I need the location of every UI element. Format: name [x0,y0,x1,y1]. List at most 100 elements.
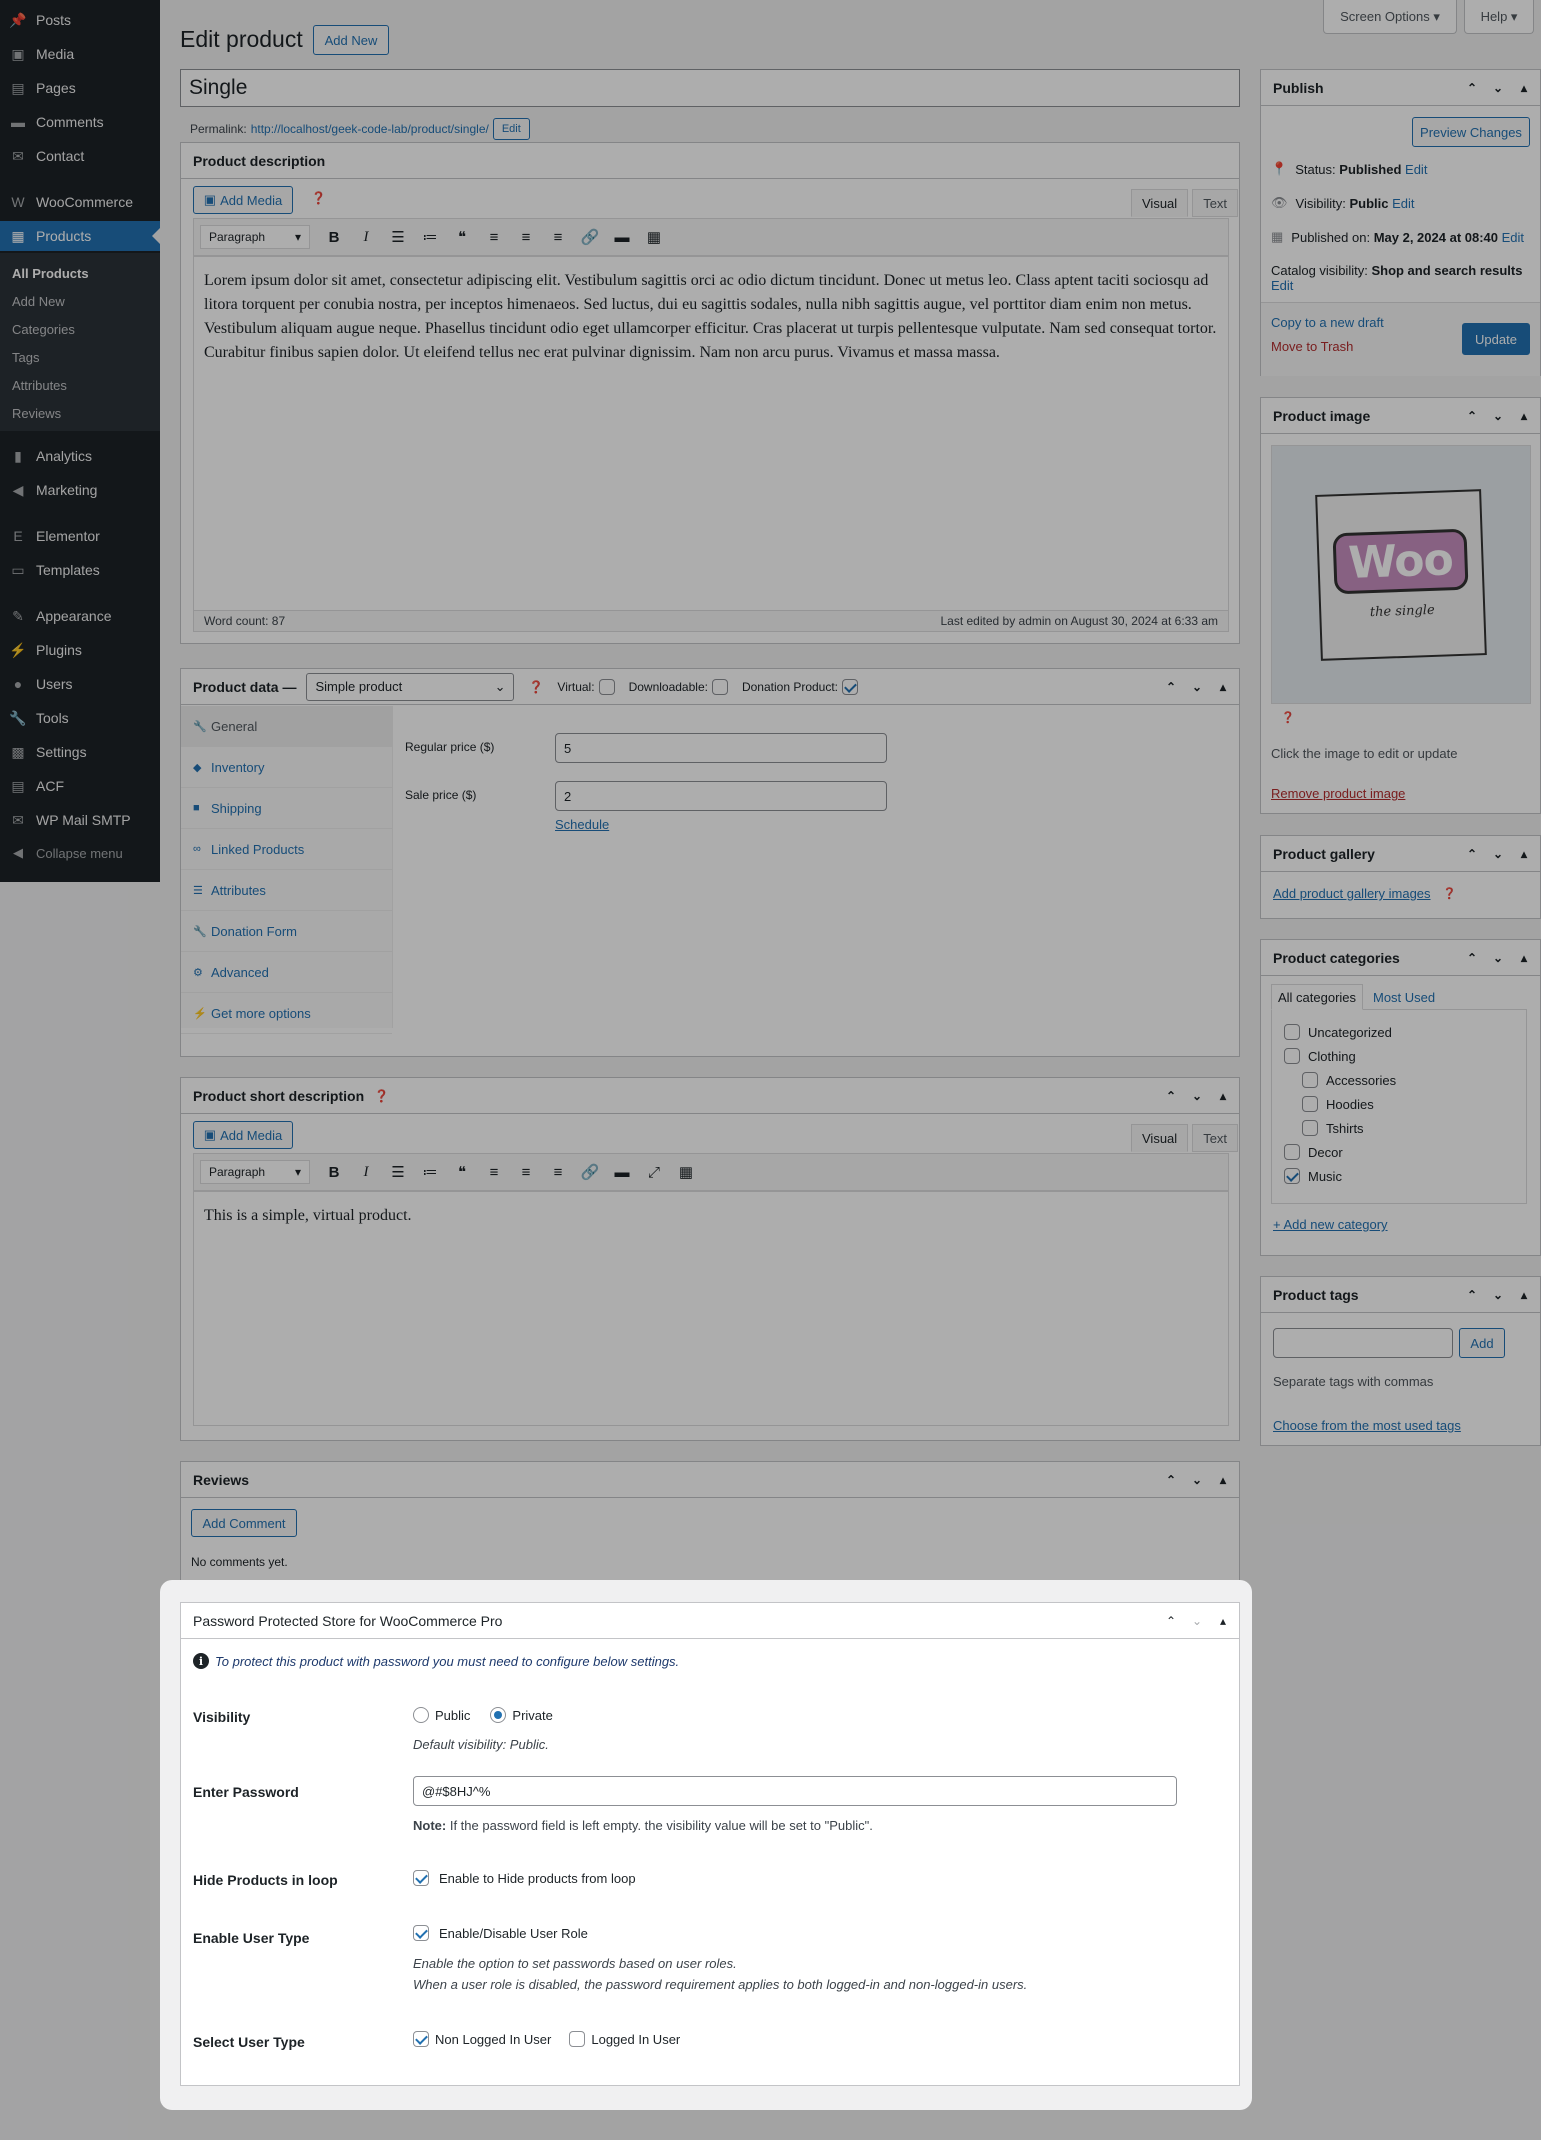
downloadable-checkbox[interactable] [711,678,728,695]
add-new-category-link[interactable]: + Add new category [1273,1217,1388,1232]
category-checkbox[interactable] [1284,1168,1300,1184]
fullscreen-icon[interactable]: ⤢ [640,1158,668,1186]
tab-attributes[interactable]: ☰ Attributes [181,870,392,911]
category-checkbox[interactable] [1302,1120,1318,1136]
permalink-link[interactable]: http://localhost/geek-code-lab/product/s… [251,122,489,136]
help-icon[interactable]: ❓ [374,1089,389,1103]
product-type-select[interactable]: Simple product ⌄ [306,672,515,701]
sidebar-item-media[interactable]: ▣ Media [0,39,160,69]
bold-icon[interactable]: B [320,1158,348,1186]
add-media-button[interactable]: ▣ Add Media [193,1121,293,1149]
published-edit-link[interactable]: Edit [1502,230,1524,245]
non-logged-checkbox[interactable] [413,2031,429,2047]
align-left-icon[interactable]: ≡ [480,223,508,251]
category-checkbox[interactable] [1284,1024,1300,1040]
toggle-panel-icon[interactable]: ▴ [1516,81,1532,95]
sidebar-item-contact[interactable]: ✉ Contact [0,141,160,171]
move-up-icon[interactable]: ⌃ [1464,1288,1480,1302]
bold-icon[interactable]: B [320,223,348,251]
help-icon[interactable]: ❓ [528,680,543,694]
sale-price-input[interactable]: 2 [555,781,887,811]
italic-icon[interactable]: I [352,1158,380,1186]
sidebar-item-woocommerce[interactable]: W WooCommerce [0,187,160,217]
add-tag-button[interactable]: Add [1459,1328,1505,1358]
numbered-list-icon[interactable]: ≔ [416,223,444,251]
product-image[interactable]: Woo the single [1271,445,1531,704]
category-checkbox[interactable] [1284,1144,1300,1160]
bullet-list-icon[interactable]: ☰ [384,223,412,251]
sidebar-item-settings[interactable]: ▩ Settings [0,737,160,767]
italic-icon[interactable]: I [352,223,380,251]
sidebar-item-plugins[interactable]: ⚡ Plugins [0,635,160,665]
tab-all-categories[interactable]: All categories [1271,984,1364,1010]
move-down-icon[interactable]: ⌄ [1189,1473,1205,1487]
move-up-icon[interactable]: ⌃ [1163,1089,1179,1103]
tab-visual[interactable]: Visual [1131,1124,1189,1152]
move-up-icon[interactable]: ⌃ [1163,1473,1179,1487]
toggle-panel-icon[interactable]: ▴ [1516,409,1532,423]
submenu-all-products[interactable]: All Products [12,266,89,281]
help-icon[interactable]: ❓ [311,191,326,205]
move-down-icon[interactable]: ⌄ [1189,1614,1205,1628]
move-up-icon[interactable]: ⌃ [1464,81,1480,95]
toolbar-toggle-icon[interactable]: ▦ [672,1158,700,1186]
sidebar-item-analytics[interactable]: ▮ Analytics [0,441,160,471]
description-content[interactable]: Lorem ipsum dolor sit amet, consectetur … [193,256,1229,611]
toggle-panel-icon[interactable]: ▴ [1215,1614,1231,1628]
numbered-list-icon[interactable]: ≔ [416,1158,444,1186]
sidebar-item-comments[interactable]: ▬ Comments [0,107,160,137]
align-left-icon[interactable]: ≡ [480,1158,508,1186]
tab-shipping[interactable]: ■ Shipping [181,788,392,829]
link-icon[interactable]: 🔗 [576,1158,604,1186]
user-type-checkbox[interactable] [413,1925,429,1941]
sidebar-item-products[interactable]: ▦ Products [0,221,160,251]
sidebar-item-users[interactable]: ● Users [0,669,160,699]
submenu-add-new[interactable]: Add New [12,294,65,309]
tab-advanced[interactable]: ⚙ Advanced [181,952,392,993]
category-checkbox[interactable] [1284,1048,1300,1064]
toggle-panel-icon[interactable]: ▴ [1516,847,1532,861]
tag-input[interactable] [1273,1328,1453,1358]
hide-products-checkbox[interactable] [413,1870,429,1886]
sidebar-item-pages[interactable]: ▤ Pages [0,73,160,103]
visibility-edit-link[interactable]: Edit [1392,196,1414,211]
add-gallery-images-link[interactable]: Add product gallery images [1273,886,1431,901]
sidebar-item-appearance[interactable]: ✎ Appearance [0,601,160,631]
choose-tags-link[interactable]: Choose from the most used tags [1273,1418,1461,1433]
visibility-public-radio[interactable] [413,1707,429,1723]
tab-visual[interactable]: Visual [1131,189,1189,217]
help-button[interactable]: Help ▾ [1464,0,1534,34]
tab-linked-products[interactable]: ∞ Linked Products [181,829,392,870]
sidebar-item-tools[interactable]: 🔧 Tools [0,703,160,733]
regular-price-input[interactable]: 5 [555,733,887,763]
format-select[interactable]: Paragraph ▾ [200,225,310,249]
category-checkbox[interactable] [1302,1096,1318,1112]
submenu-reviews[interactable]: Reviews [12,406,61,421]
align-right-icon[interactable]: ≡ [544,223,572,251]
logged-in-checkbox[interactable] [569,2031,586,2047]
link-icon[interactable]: 🔗 [576,223,604,251]
toggle-panel-icon[interactable]: ▴ [1516,1288,1532,1302]
move-down-icon[interactable]: ⌄ [1189,680,1205,694]
read-more-icon[interactable]: ▬ [608,223,636,251]
toggle-panel-icon[interactable]: ▴ [1516,951,1532,965]
permalink-edit-button[interactable]: Edit [492,118,530,140]
move-down-icon[interactable]: ⌄ [1490,847,1506,861]
blockquote-icon[interactable]: ❝ [448,1158,476,1186]
submenu-categories[interactable]: Categories [12,322,75,337]
short-description-content[interactable]: This is a simple, virtual product. [193,1191,1229,1426]
move-down-icon[interactable]: ⌄ [1490,1288,1506,1302]
tab-text[interactable]: Text [1192,189,1239,217]
add-new-button[interactable]: Add New [313,25,389,55]
toggle-panel-icon[interactable]: ▴ [1215,1089,1231,1103]
preview-changes-button[interactable]: Preview Changes [1412,117,1530,147]
sidebar-item-posts[interactable]: 📌 Posts [0,5,160,35]
move-down-icon[interactable]: ⌄ [1189,1089,1205,1103]
read-more-icon[interactable]: ▬ [608,1158,636,1186]
align-center-icon[interactable]: ≡ [512,223,540,251]
donation-checkbox[interactable] [842,678,859,695]
move-down-icon[interactable]: ⌄ [1490,81,1506,95]
align-right-icon[interactable]: ≡ [544,1158,572,1186]
align-center-icon[interactable]: ≡ [512,1158,540,1186]
bullet-list-icon[interactable]: ☰ [384,1158,412,1186]
